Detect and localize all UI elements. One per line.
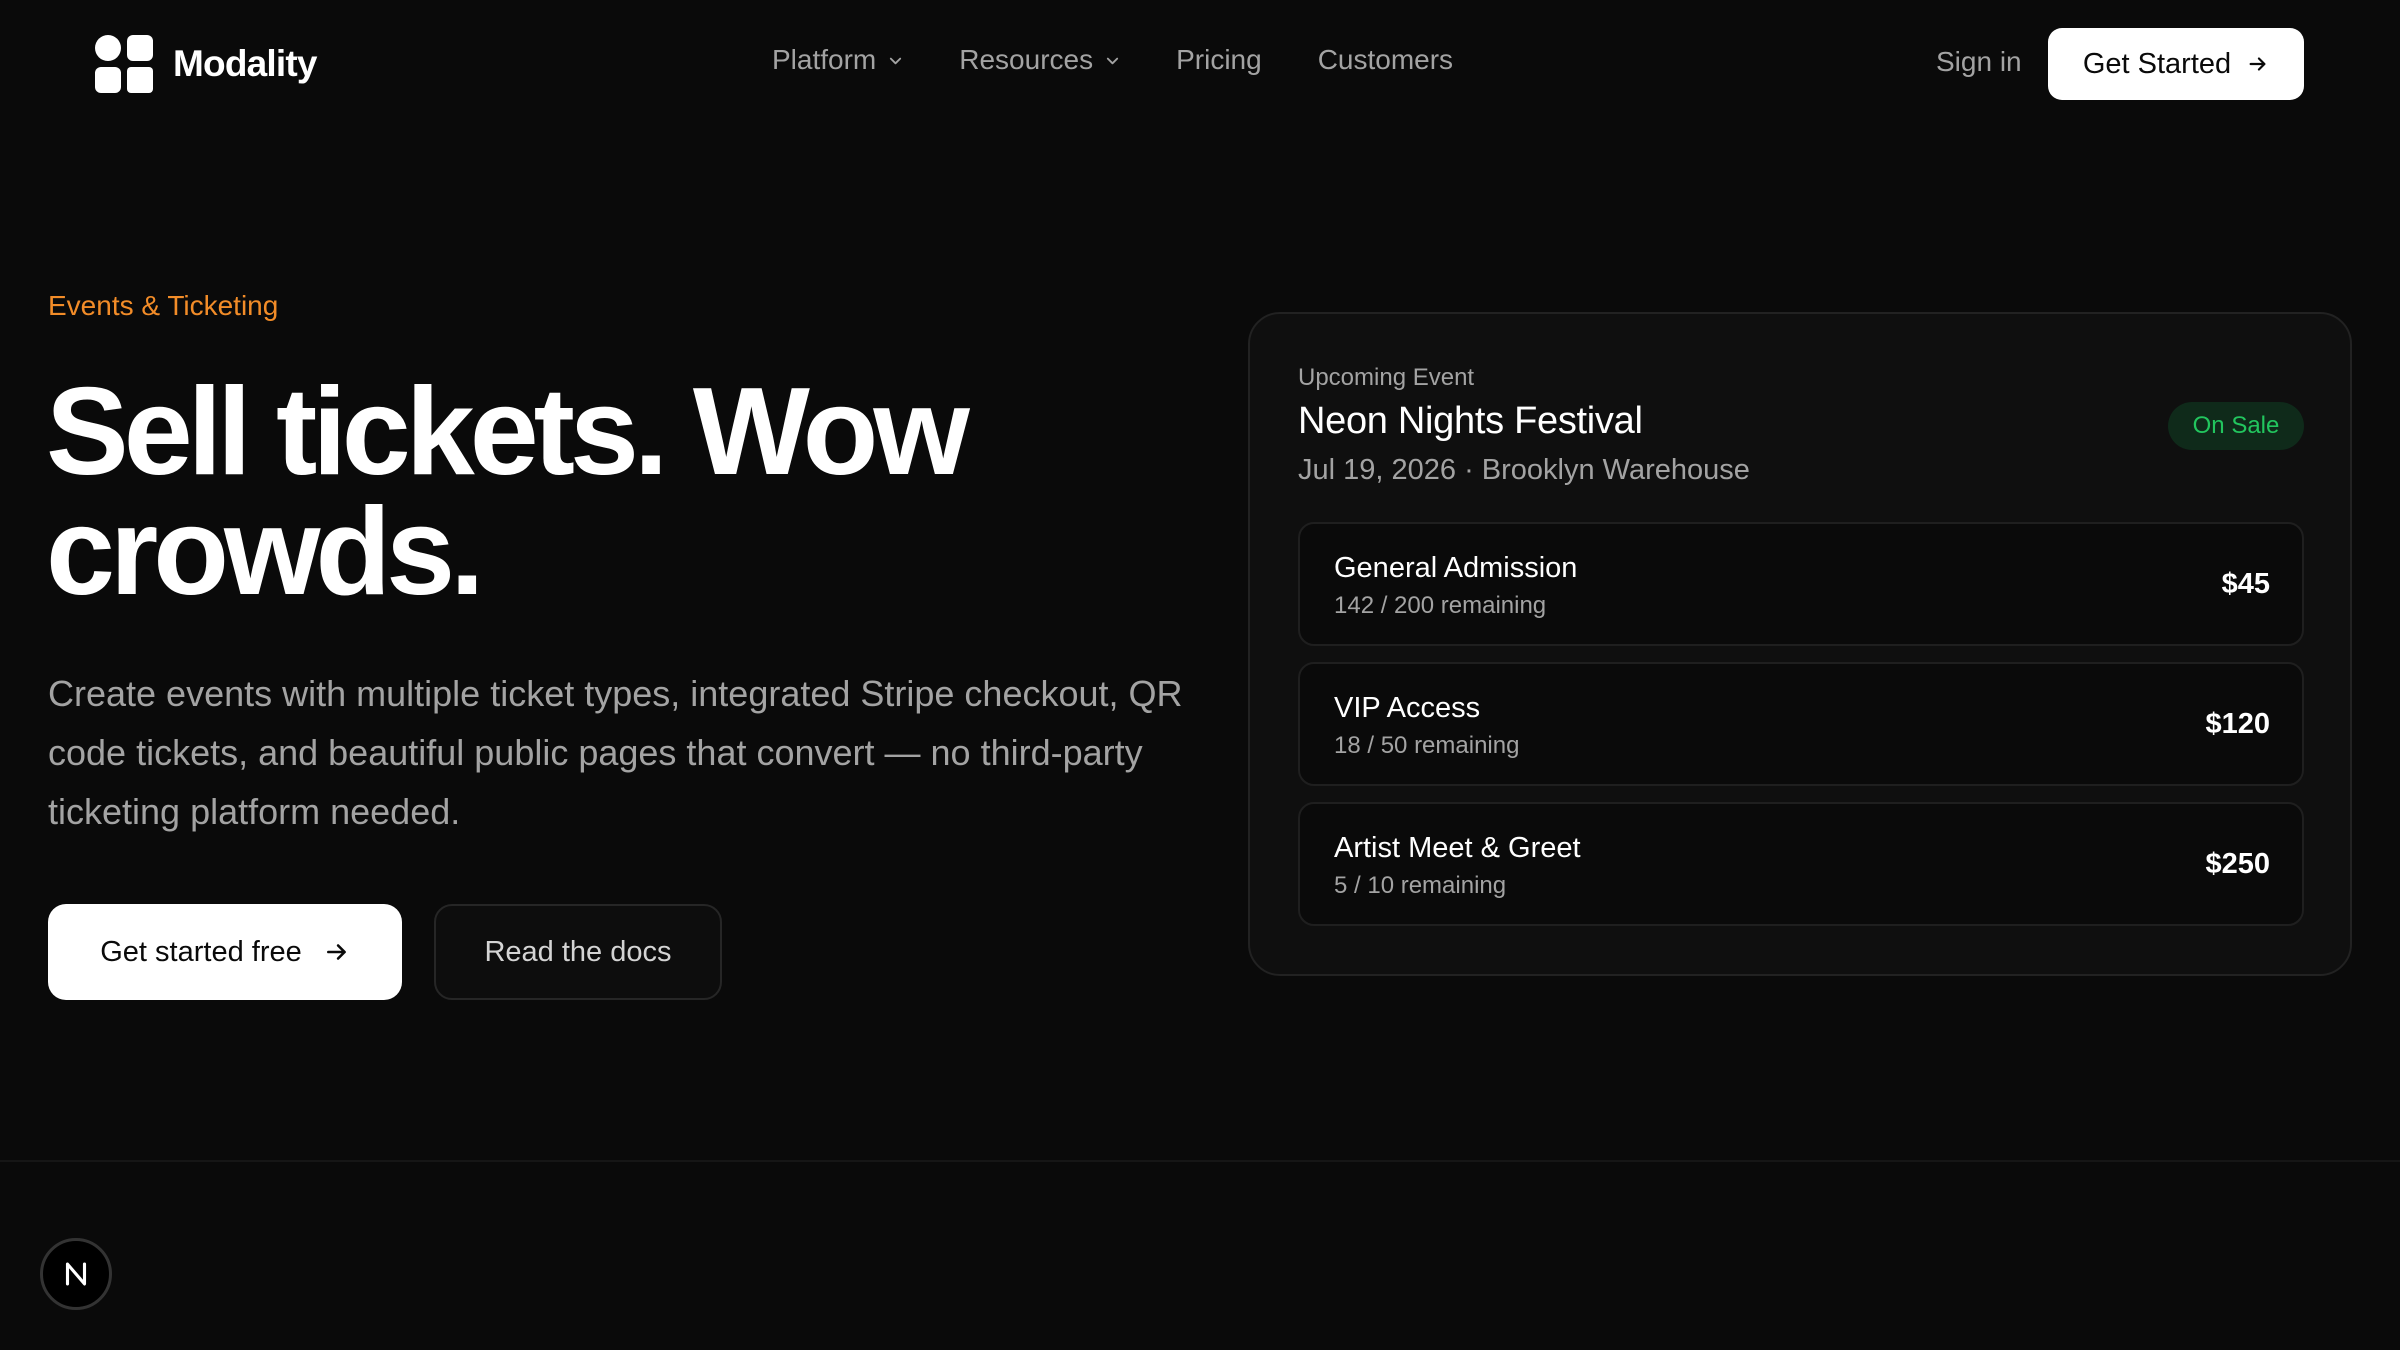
event-eyebrow: Upcoming Event <box>1298 364 1475 391</box>
tier-remaining: 5 / 10 remaining <box>1334 872 1507 899</box>
ticket-tier-row[interactable]: VIP Access 18 / 50 remaining $120 <box>1298 662 2304 786</box>
nextjs-n-icon[interactable] <box>40 1238 112 1310</box>
nav-link-label: Customers <box>1317 44 1454 75</box>
tier-price: $120 <box>2205 708 2270 740</box>
get-started-free-button[interactable]: Get started free <box>48 904 402 1000</box>
nav-link-platform[interactable]: Platform <box>772 44 903 76</box>
nav-link-resources[interactable]: Resources <box>959 44 1120 76</box>
n-glyph-icon <box>65 1262 87 1286</box>
hero-headline: Sell tickets. Wow crowds. <box>46 363 970 621</box>
nav-links: Platform Resources Pricing Customers <box>772 44 1453 76</box>
get-started-label: Get Started <box>2082 47 2232 80</box>
get-started-free-label: Get started free <box>100 935 302 968</box>
nav-link-label: Resources <box>959 44 1094 75</box>
tier-name: General Admission <box>1334 552 1578 584</box>
brand[interactable]: Modality <box>95 35 317 93</box>
nav-link-label: Platform <box>772 44 877 75</box>
hero-description: Create events with multiple ticket types… <box>48 673 1183 832</box>
event-title: Neon Nights Festival <box>1298 400 1643 442</box>
tier-price: $250 <box>2205 848 2270 880</box>
top-navbar: Modality Platform Resources Pricing Cust… <box>0 0 2400 128</box>
tier-name: Artist Meet & Greet <box>1334 832 1581 864</box>
tier-name: VIP Access <box>1334 692 1481 724</box>
tier-remaining: 18 / 50 remaining <box>1334 732 1520 759</box>
ticket-tier-row[interactable]: Artist Meet & Greet 5 / 10 remaining $25… <box>1298 802 2304 926</box>
nav-link-pricing[interactable]: Pricing <box>1176 44 1262 76</box>
event-card: Upcoming Event Neon Nights Festival Jul … <box>1248 312 2352 976</box>
event-date-venue: Jul 19, 2026 · Brooklyn Warehouse <box>1298 454 1750 486</box>
grid-logo-icon <box>95 35 153 93</box>
sign-in-link[interactable]: Sign in <box>1936 46 2022 78</box>
ticket-tier-row[interactable]: General Admission 142 / 200 remaining $4… <box>1298 522 2304 646</box>
read-the-docs-button[interactable]: Read the docs <box>434 904 722 1000</box>
tier-remaining: 142 / 200 remaining <box>1334 592 1547 619</box>
page: Modality Platform Resources Pricing Cust… <box>0 0 2400 1350</box>
arrow-right-icon <box>2249 57 2266 71</box>
nav-link-label: Pricing <box>1176 44 1262 75</box>
status-badge: On Sale <box>2168 402 2304 450</box>
hero-eyebrow: Events & Ticketing <box>48 290 279 321</box>
chevron-down-icon <box>890 57 902 64</box>
get-started-button[interactable]: Get Started <box>2048 28 2304 100</box>
ticket-tier-list: General Admission 142 / 200 remaining $4… <box>1298 522 2304 942</box>
arrow-right-icon <box>326 944 346 960</box>
section-divider <box>0 1160 2400 1162</box>
tier-price: $45 <box>2221 568 2270 600</box>
chevron-down-icon <box>1106 57 1119 64</box>
brand-name: Modality <box>173 43 317 84</box>
read-the-docs-label: Read the docs <box>484 935 672 968</box>
nav-link-customers[interactable]: Customers <box>1318 44 1453 76</box>
